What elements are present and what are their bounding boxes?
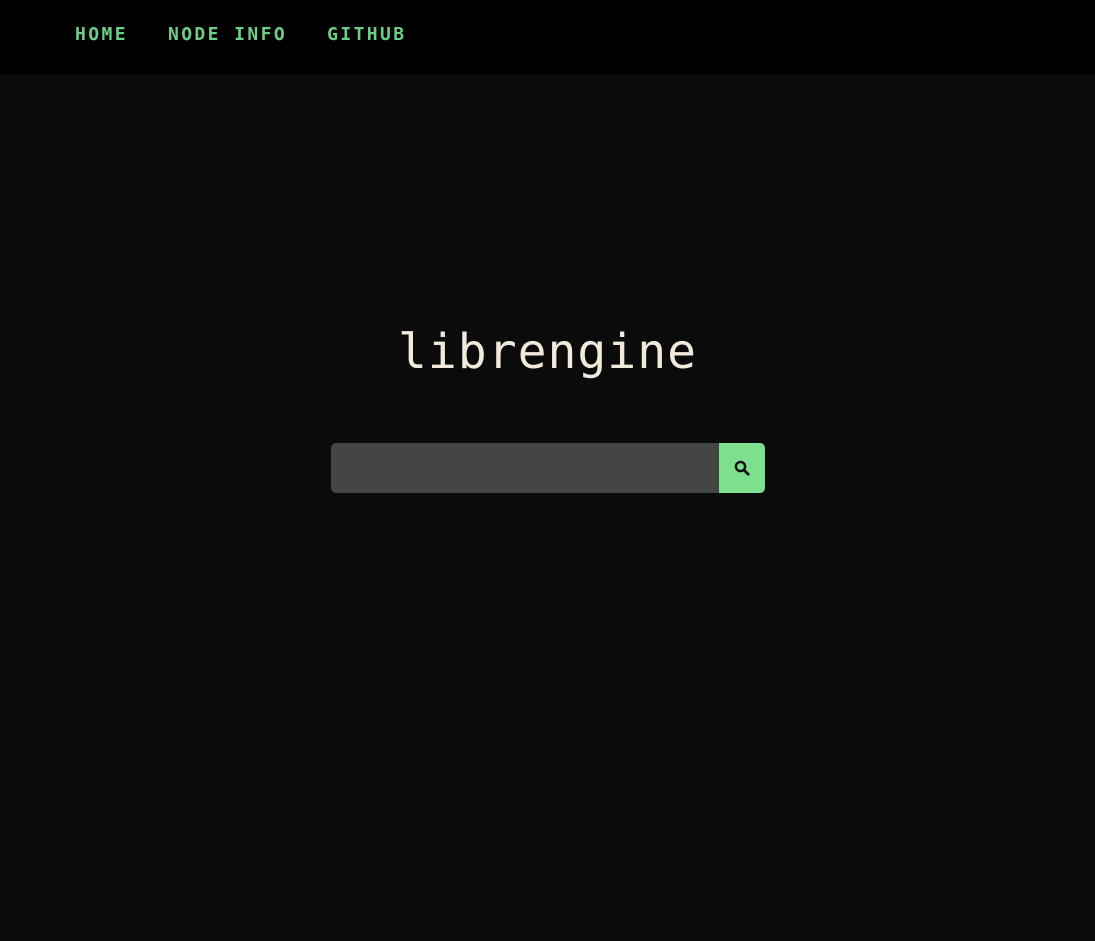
main-content: librengine [0, 75, 1095, 941]
nav-links: HOME NODE INFO GITHUB [75, 24, 407, 46]
top-navigation-bar: HOME NODE INFO GITHUB [0, 0, 1095, 75]
site-logo-title: librengine [398, 324, 697, 380]
search-form [331, 443, 765, 493]
search-input[interactable] [331, 443, 719, 493]
nav-link-github[interactable]: GITHUB [327, 24, 406, 46]
search-icon [734, 460, 750, 476]
nav-link-node-info[interactable]: NODE INFO [168, 24, 287, 46]
nav-link-home[interactable]: HOME [75, 24, 128, 46]
search-button[interactable] [719, 443, 765, 493]
